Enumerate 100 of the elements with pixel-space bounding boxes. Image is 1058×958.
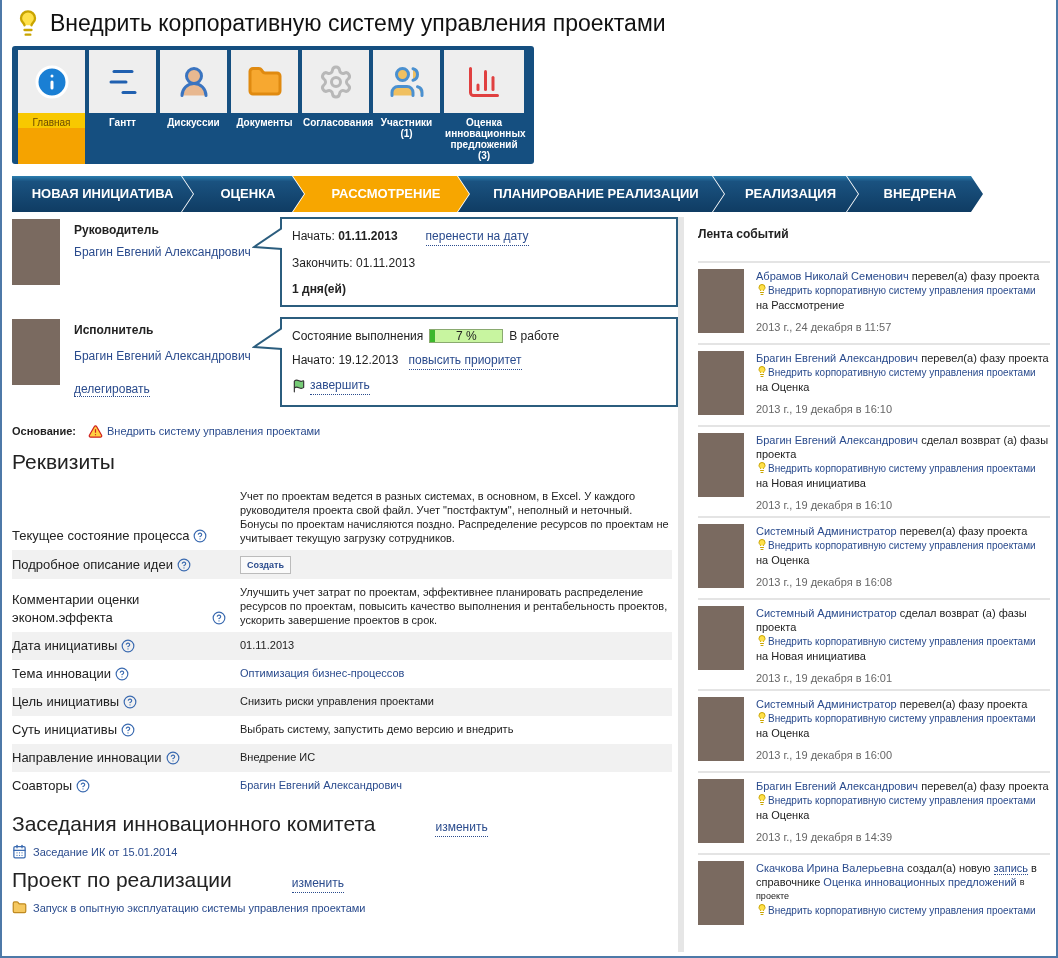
field-label: Суть инициативы (12, 721, 118, 739)
event-text: Абрамов Николай Семенович перевел(а) фазу проекта Внедрить корпоративную систему управления проектами на Рассмотрение (756, 269, 1041, 312)
photo-placeholder (698, 779, 744, 843)
phase-step[interactable]: НОВАЯ ИНИЦИАТИВА (12, 176, 193, 212)
help-icon[interactable] (193, 529, 208, 543)
record-link[interactable]: запись (993, 862, 1028, 875)
event-link[interactable]: Системный Администратор (756, 525, 897, 537)
lightbulb-icon (756, 365, 768, 378)
field-link[interactable]: Брагин Евгений Александрович (240, 779, 403, 791)
project-link[interactable]: Внедрить корпоративную систему управления проектами (768, 713, 1036, 724)
role-label: Руководитель (74, 222, 160, 239)
project-link[interactable]: Внедрить корпоративную систему управления проектами (768, 540, 1036, 551)
event-time: 2013 г., 19 декабря в 16:10 (756, 402, 894, 416)
duration-text: 1 дня(ей) (292, 281, 347, 298)
section-heading: Заседания инновационного комитета (12, 811, 376, 837)
event-text: Системный Администратор перевел(а) фазу проекта Внедрить корпоративную систему управления проектами на Оценка (756, 524, 1037, 567)
field-label: Подробное описание идеи (12, 556, 173, 574)
phase-step[interactable]: ОЦЕНКА (182, 176, 304, 212)
event-link[interactable]: Оценка инновационных предложений (823, 876, 1017, 888)
event-time: 2013 г., 19 декабря в 16:10 (756, 498, 894, 512)
event-link[interactable]: Системный Администратор (756, 698, 897, 710)
phase-step[interactable]: ВНЕДРЕНА (847, 176, 983, 212)
event-time: 2013 г., 19 декабря в 16:00 (756, 748, 894, 762)
field-value: Улучшить учет затрат по проектам, эффективнее планировать распределение ресурсов по проектам, повысить качество выполнения и рентабельность проектов, ускорить завершение проектов в срок. (240, 586, 668, 626)
project-link[interactable]: Внедрить корпоративную систему управления проектами (768, 636, 1036, 647)
event-time: 2013 г., 19 декабря в 14:39 (756, 830, 894, 844)
event-link[interactable]: Абрамов Николай Семенович (756, 270, 909, 282)
delegate-link[interactable]: делегировать (74, 382, 150, 397)
person-link[interactable]: Брагин Евгений Александрович (74, 243, 252, 261)
photo-placeholder (698, 606, 744, 670)
lightbulb-icon (756, 903, 768, 916)
event-time: 2013 г., 19 декабря в 16:08 (756, 575, 894, 589)
event-time: 2013 г., 19 декабря в 16:01 (756, 671, 894, 685)
lightbulb-icon (756, 711, 768, 724)
photo-placeholder (698, 861, 744, 925)
help-icon[interactable] (176, 558, 191, 572)
field-label: Направление инновации (12, 749, 162, 767)
help-icon[interactable] (121, 723, 136, 737)
lightbulb-icon (756, 461, 768, 474)
photo-placeholder (12, 219, 60, 285)
project-link[interactable]: Внедрить корпоративную систему управления проектами (768, 463, 1036, 474)
status-text: В работе (509, 328, 560, 345)
edit-link[interactable]: изменить (435, 818, 488, 837)
help-icon[interactable] (123, 695, 138, 709)
field-label: Комментарии оценки эконом.эффекта (12, 591, 141, 627)
field-value: Учет по проектам ведется в разных системах, в основном, в Excel. У каждого руководителя проекта свой файл. Учет "постфактум", неполный и неточный. Бонусы по проектам начисляются поздно. Распределение ресурсов по проектам не учитывает текущую загрузку сотрудников. (240, 490, 669, 544)
progress-label: Состояние выполнения (292, 328, 424, 345)
event-text: Брагин Евгений Александрович перевел(а) фазу проекта Внедрить корпоративную систему управления проектами на Оценка (756, 779, 1050, 822)
module-tab[interactable]: Главная (18, 50, 85, 164)
project-link[interactable]: Внедрить корпоративную систему управления проектами (768, 905, 1036, 916)
finish-link[interactable]: завершить (310, 376, 370, 395)
lightbulb-icon (756, 283, 768, 296)
progress-reading: 7 % (454, 330, 478, 342)
help-icon[interactable] (76, 779, 91, 793)
project-link[interactable]: Внедрить корпоративную систему управления проектами (768, 367, 1036, 378)
help-icon[interactable] (212, 611, 226, 625)
checkered-flag-icon (292, 378, 306, 393)
photo-placeholder (698, 351, 744, 415)
started-date: Начато: 19.12.2013 (292, 352, 399, 369)
reschedule-link[interactable]: перенести на дату (425, 227, 529, 246)
event-link[interactable]: Брагин Евгений Александрович (756, 780, 919, 792)
item-link[interactable]: Заседание ИК от 15.01.2014 (33, 843, 178, 860)
event-text: Системный Администратор сделал возврат (а) фазы проекта Внедрить корпоративную систему управления проектами на Новая инициатива (756, 606, 1037, 663)
photo-placeholder (698, 524, 744, 588)
event-text: Скачкова Ирина Валерьевна создал(а) новую запись в справочнике Оценка инновационных предложений в проекте Внедрить корпоративную систему управления проектами (756, 861, 1038, 918)
event-text: Брагин Евгений Александрович перевел(а) фазу проекта Внедрить корпоративную систему управления проектами на Оценка (756, 351, 1050, 394)
lightbulb-icon (756, 634, 768, 647)
photo-placeholder (698, 433, 744, 497)
help-icon[interactable] (115, 667, 130, 681)
event-link[interactable]: Системный Администратор (756, 607, 897, 619)
help-icon[interactable] (121, 639, 136, 653)
section-heading: Реквизиты (12, 448, 116, 475)
edit-link[interactable]: изменить (291, 874, 344, 893)
start-date: Начать: 01.11.2013 (292, 228, 398, 245)
item-link[interactable]: Запуск в опытную эксплуатацию системы управления проектами (33, 899, 366, 916)
phase-step[interactable]: ПЛАНИРОВАНИЕ РЕАЛИЗАЦИИ (458, 176, 724, 212)
phase-step[interactable]: РЕАЛИЗАЦИЯ (713, 176, 858, 212)
folder-icon (12, 900, 27, 916)
field-link[interactable]: Оптимизация бизнес-процессов (240, 667, 405, 679)
basis-link[interactable]: Внедрить систему управления проектами (106, 423, 321, 440)
field-label: Тема инновации (12, 665, 112, 683)
create-button[interactable]: Создать (240, 556, 291, 574)
field-value: Выбрать систему, запустить демо версию и внедрить (240, 723, 514, 735)
feed-title: Лента событий (698, 226, 790, 243)
calendar-icon (12, 844, 27, 860)
section-heading: Проект по реализации (12, 867, 232, 893)
event-link[interactable]: Брагин Евгений Александрович (756, 434, 919, 446)
field-label: Текущее состояние процесса (12, 527, 190, 545)
role-label: Исполнитель (74, 322, 155, 339)
event-link[interactable]: Брагин Евгений Александрович (756, 352, 919, 364)
raise-priority-link[interactable]: повысить приоритет (408, 351, 522, 370)
page-title: Внедрить корпоративную систему управления проектами (50, 8, 666, 38)
lightbulb-icon (756, 538, 768, 551)
project-link[interactable]: Внедрить корпоративную систему управления проектами (768, 285, 1036, 296)
photo-placeholder (698, 269, 744, 333)
help-icon[interactable] (165, 751, 180, 765)
person-link[interactable]: Брагин Евгений Александрович (74, 347, 252, 365)
end-date: Закончить: 01.11.2013 (292, 255, 417, 272)
event-link[interactable]: Скачкова Ирина Валерьевна (756, 862, 904, 874)
project-link[interactable]: Внедрить корпоративную систему управления проектами (768, 795, 1036, 806)
